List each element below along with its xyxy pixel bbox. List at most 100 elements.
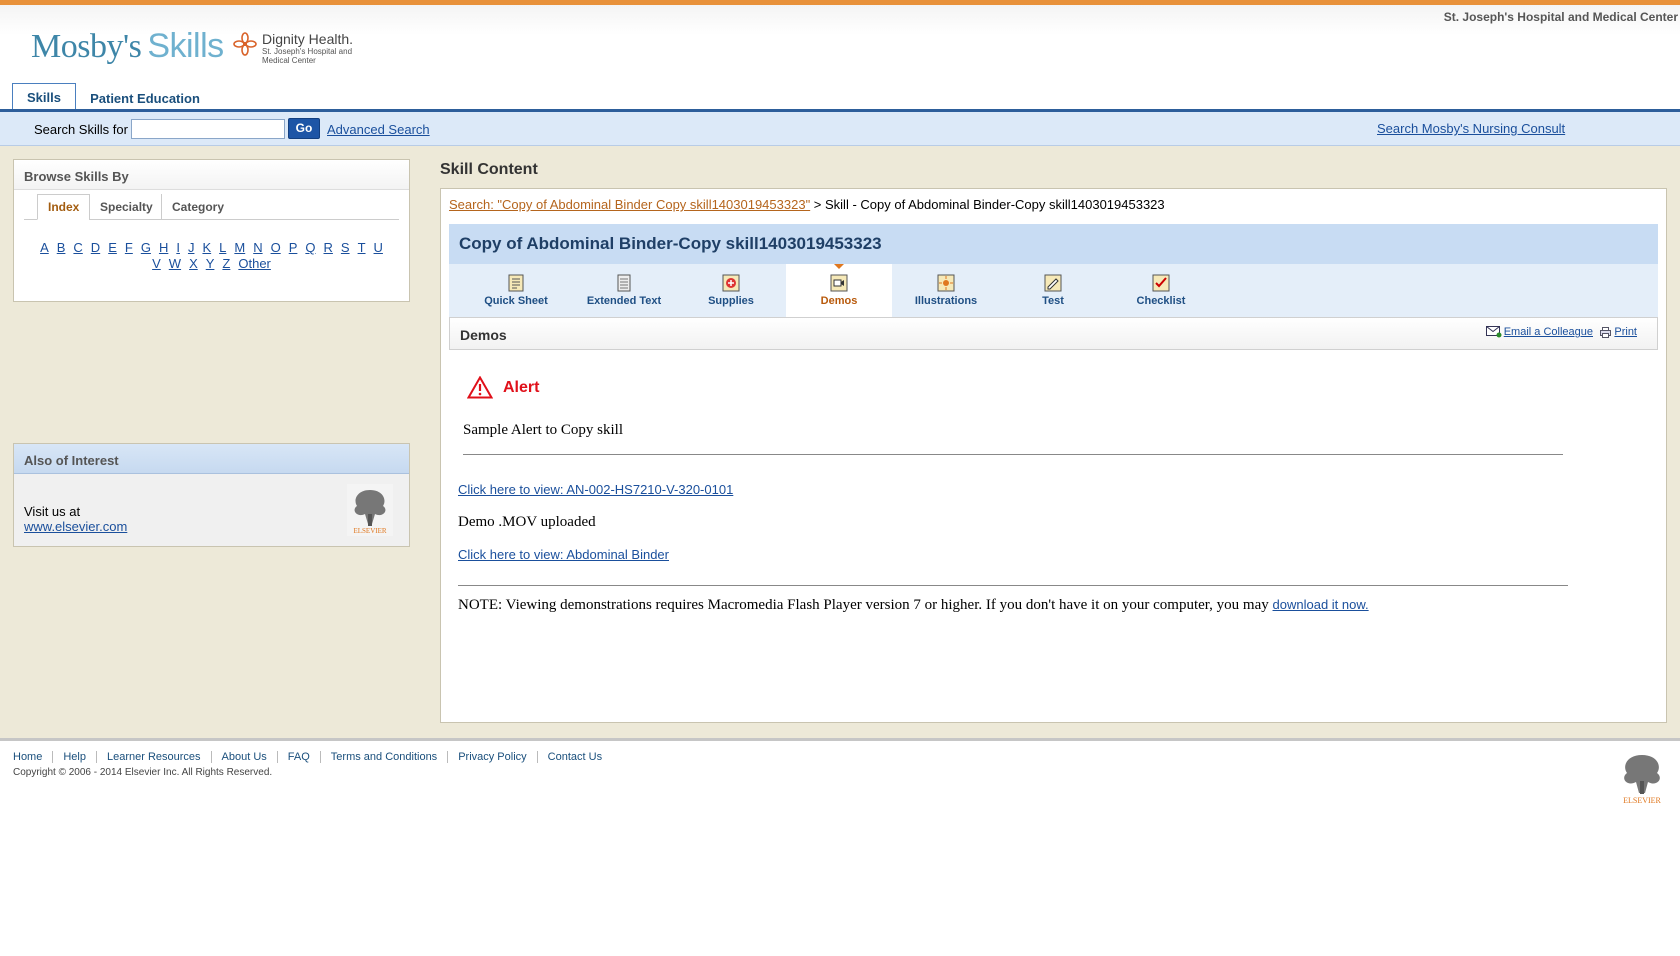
letter-link-l[interactable]: L [219, 240, 226, 255]
browse-tab-index[interactable]: Index [37, 194, 91, 220]
letter-link-g[interactable]: G [141, 240, 151, 255]
checklist-icon [1152, 274, 1170, 292]
tab-supplies-label: Supplies [708, 295, 754, 307]
letter-link-s[interactable]: S [341, 240, 350, 255]
letter-link-k[interactable]: K [202, 240, 211, 255]
letter-link-other[interactable]: Other [238, 256, 271, 271]
tab-demos-label: Demos [820, 295, 858, 307]
letter-link-d[interactable]: D [91, 240, 100, 255]
email-colleague-link[interactable]: Email a Colleague [1504, 326, 1593, 338]
footer-links: Home Help Learner Resources About Us FAQ Term… [13, 751, 612, 763]
browse-tab-specialty[interactable]: Specialty [89, 194, 163, 220]
footer-link-home[interactable]: Home [13, 751, 52, 763]
partner-sub-1: St. Joseph's Hospital and [262, 47, 353, 56]
search-label: Search Skills for [34, 122, 128, 137]
search-input[interactable] [131, 119, 285, 139]
copyright: Copyright © 2006 - 2014 Elsevier Inc. Al… [13, 767, 273, 778]
footer-link-privacy-policy[interactable]: Privacy Policy [447, 751, 536, 763]
demos-camera-icon [830, 274, 848, 292]
section-bar: Demos Email a Colleague Print [449, 317, 1658, 350]
alert-text: Sample Alert to Copy skill [463, 422, 623, 438]
letter-link-v[interactable]: V [152, 256, 161, 271]
footer-link-faq[interactable]: FAQ [276, 751, 320, 763]
letter-link-f[interactable]: F [125, 240, 133, 255]
letter-link-w[interactable]: W [169, 256, 181, 271]
mosby-skills-logo[interactable]: Mosby's Skills [31, 27, 224, 66]
print-action[interactable]: Print [1600, 326, 1637, 338]
tab-illustrations[interactable]: Illustrations [893, 264, 999, 317]
tab-extended-text[interactable]: Extended Text [571, 264, 677, 317]
tab-test[interactable]: Test [1000, 264, 1106, 317]
tab-demos[interactable]: Demos [786, 264, 892, 317]
footer-link-terms-and-conditions[interactable]: Terms and Conditions [319, 751, 447, 763]
flash-note: NOTE: Viewing demonstrations requires Ma… [458, 597, 1369, 614]
footer-link-contact-us[interactable]: Contact Us [536, 751, 612, 763]
letter-link-j[interactable]: J [188, 240, 195, 255]
advanced-search-link[interactable]: Advanced Search [327, 122, 430, 137]
print-link[interactable]: Print [1614, 326, 1637, 338]
illustrations-icon [937, 274, 955, 292]
site-header: St. Joseph's Hospital and Medical Center… [0, 5, 1680, 81]
letter-link-p[interactable]: P [289, 240, 298, 255]
partner-sub-2: Medical Center [262, 56, 316, 65]
letter-link-e[interactable]: E [108, 240, 117, 255]
tab-quick-sheet[interactable]: Quick Sheet [463, 264, 569, 317]
breadcrumb-search-link[interactable]: Search: "Copy of Abdominal Binder Copy s… [449, 197, 810, 212]
letter-link-m[interactable]: M [234, 240, 245, 255]
visit-block: Visit us at www.elsevier.com [24, 504, 127, 534]
letter-link-t[interactable]: T [358, 240, 366, 255]
tab-skills[interactable]: Skills [12, 83, 76, 109]
tab-illustrations-label: Illustrations [914, 295, 978, 307]
letter-link-n[interactable]: N [253, 240, 262, 255]
nursing-consult-link[interactable]: Search Mosby's Nursing Consult [1377, 121, 1565, 136]
hospital-name: St. Joseph's Hospital and Medical Center [1443, 10, 1678, 24]
letter-link-z[interactable]: Z [222, 256, 230, 271]
site-footer: Home Help Learner Resources About Us FAQ Term… [0, 738, 1680, 956]
dignity-flower-icon [233, 32, 257, 56]
alert-heading: Alert [467, 376, 539, 399]
elsevier-tree-icon[interactable]: ELSEVIER [347, 484, 393, 536]
letter-link-x[interactable]: X [189, 256, 198, 271]
letter-link-r[interactable]: R [324, 240, 333, 255]
footer-link-about-us[interactable]: About Us [210, 751, 277, 763]
letter-link-q[interactable]: Q [305, 240, 315, 255]
search-bar: Search Skills for Go Advanced Search Sea… [0, 112, 1680, 146]
letter-link-c[interactable]: C [73, 240, 82, 255]
letter-row-2: V W X Y Z Other [28, 256, 395, 272]
letter-link-u[interactable]: U [374, 240, 383, 255]
letter-link-i[interactable]: I [176, 240, 180, 255]
letter-row-1: ABCDEFGHIJKLMNOPQRSTU [28, 240, 395, 256]
tab-extended-text-label: Extended Text [586, 295, 662, 307]
skill-section-tabs: Quick Sheet Extended Text Supplies Demos… [449, 264, 1658, 317]
download-flash-link[interactable]: download it now. [1273, 597, 1369, 612]
letter-link-y[interactable]: Y [206, 256, 215, 271]
browse-tabs: Index Specialty Category [24, 194, 399, 220]
browse-tab-category[interactable]: Category [161, 194, 234, 220]
elsevier-logo-word: ELSEVIER [353, 527, 386, 535]
partner-name: Dignity Health. [262, 31, 354, 47]
flash-note-text: NOTE: Viewing demonstrations requires Ma… [458, 597, 1273, 613]
visit-label: Visit us at [24, 504, 81, 519]
email-colleague[interactable]: Email a Colleague [1485, 326, 1593, 338]
main-area: Browse Skills By Index Specialty Categor… [0, 146, 1680, 738]
go-button[interactable]: Go [288, 118, 320, 139]
view-abdominal-binder-link[interactable]: Click here to view: Abdominal Binder [458, 547, 669, 562]
breadcrumb: Search: "Copy of Abdominal Binder Copy s… [449, 197, 1165, 212]
tab-supplies[interactable]: Supplies [678, 264, 784, 317]
letter-link-b[interactable]: B [57, 240, 66, 255]
elsevier-site-link[interactable]: www.elsevier.com [24, 519, 127, 534]
footer-link-help[interactable]: Help [52, 751, 96, 763]
tab-checklist[interactable]: Checklist [1108, 264, 1214, 317]
letter-link-o[interactable]: O [271, 240, 281, 255]
footer-link-learner-resources[interactable]: Learner Resources [95, 751, 211, 763]
letter-link-a[interactable]: A [40, 240, 49, 255]
alert-warning-icon [467, 376, 493, 399]
skill-content-title: Skill Content [440, 161, 538, 178]
elsevier-footer-logo[interactable]: ELSEVIER [1617, 751, 1667, 805]
alert-title: Alert [503, 378, 540, 396]
letter-link-h[interactable]: H [159, 240, 168, 255]
view-video-link[interactable]: Click here to view: AN-002-HS7210-V-320-… [458, 482, 733, 497]
dignity-health-logo: Dignity Health. St. Joseph's Hospital an… [232, 31, 353, 65]
tab-patient-education[interactable]: Patient Education [90, 87, 200, 109]
alert-divider [463, 454, 1563, 455]
